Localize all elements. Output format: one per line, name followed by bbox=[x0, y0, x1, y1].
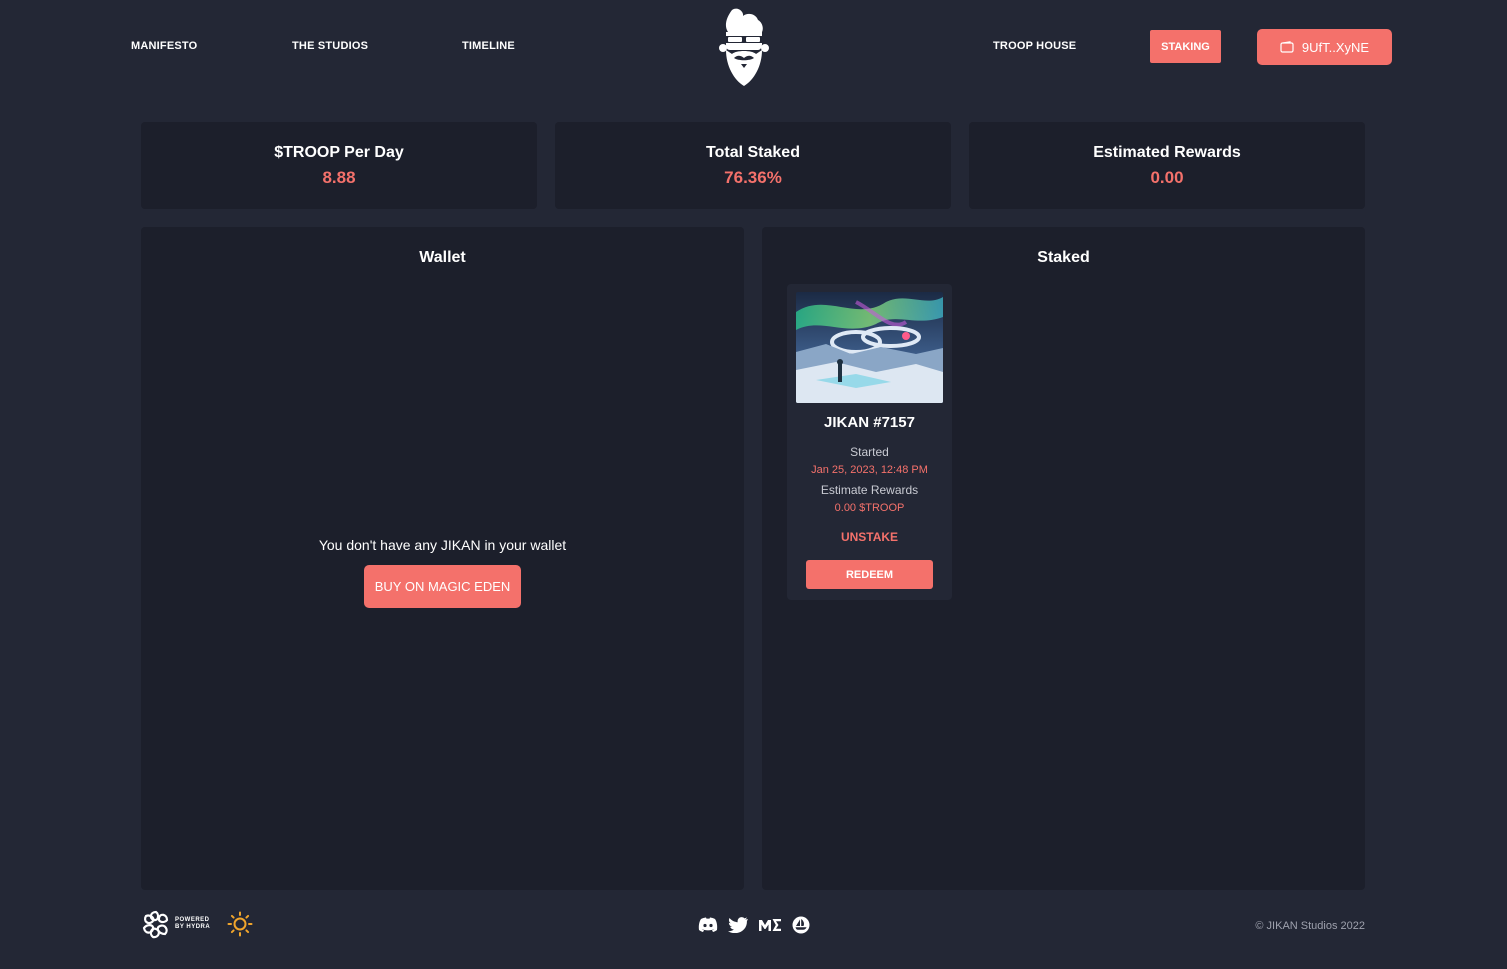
stat-label: Total Staked bbox=[706, 144, 800, 161]
wallet-panel-title: Wallet bbox=[419, 249, 466, 266]
jikan-logo-icon[interactable] bbox=[714, 6, 772, 88]
redeem-button[interactable]: REDEEM bbox=[806, 560, 933, 589]
powered-line-1: POWERED bbox=[175, 917, 210, 923]
nav-timeline-link[interactable]: TIMELINE bbox=[462, 40, 515, 52]
nav-studios-link[interactable]: THE STUDIOS bbox=[292, 40, 368, 52]
nft-started-label: Started bbox=[850, 445, 889, 459]
sun-theme-toggle-icon[interactable] bbox=[227, 911, 253, 937]
discord-icon[interactable] bbox=[698, 917, 718, 933]
twitter-icon[interactable] bbox=[728, 917, 748, 933]
buy-on-magic-eden-button[interactable]: BUY ON MAGIC EDEN bbox=[364, 565, 521, 608]
nav-staking-button[interactable]: STAKING bbox=[1150, 30, 1221, 63]
nft-image bbox=[796, 292, 943, 403]
wallet-empty-message: You don't have any JIKAN in your wallet bbox=[318, 537, 567, 553]
nft-started-value: Jan 25, 2023, 12:48 PM bbox=[811, 464, 928, 476]
wallet-icon bbox=[1280, 41, 1294, 53]
unstake-button[interactable]: UNSTAKE bbox=[787, 530, 952, 544]
hydra-logo-icon bbox=[142, 910, 169, 939]
social-links bbox=[698, 916, 810, 934]
stat-troop-per-day: $TROOP Per Day 8.88 bbox=[141, 122, 537, 209]
powered-line-2: BY HYDRA bbox=[175, 924, 211, 930]
nav-manifesto-link[interactable]: MANIFESTO bbox=[131, 40, 197, 52]
stat-label: Estimated Rewards bbox=[1093, 144, 1241, 161]
nft-name: JIKAN #7157 bbox=[824, 414, 915, 431]
stat-estimated-rewards: Estimated Rewards 0.00 bbox=[969, 122, 1365, 209]
opensea-icon[interactable] bbox=[792, 916, 810, 934]
stat-value: 8.88 bbox=[322, 168, 356, 187]
powered-by-hydra[interactable]: POWERED BY HYDRA bbox=[141, 908, 210, 940]
wallet-address: 9UfT..XyNE bbox=[1301, 39, 1370, 55]
nft-rewards-label: Estimate Rewards bbox=[820, 483, 919, 497]
stat-value: 76.36% bbox=[724, 168, 782, 187]
wallet-connect-button[interactable]: 9UfT..XyNE bbox=[1257, 29, 1392, 65]
stat-label: $TROOP Per Day bbox=[274, 144, 404, 161]
stat-value: 0.00 bbox=[1150, 168, 1184, 187]
stat-total-staked: Total Staked 76.36% bbox=[555, 122, 951, 209]
staking-page: MANIFESTO THE STUDIOS TIMELINE TROOP HOU… bbox=[0, 0, 1507, 969]
magic-eden-icon[interactable] bbox=[758, 918, 782, 932]
staked-panel-title: Staked bbox=[1037, 249, 1090, 266]
wallet-panel: Wallet You don't have any JIKAN in your … bbox=[141, 227, 744, 890]
copyright-text: © JIKAN Studios 2022 bbox=[1255, 920, 1365, 932]
nav-troop-house-link[interactable]: TROOP HOUSE bbox=[993, 40, 1076, 52]
staked-nft-card: JIKAN #7157 Started Jan 25, 2023, 12:48 … bbox=[787, 284, 952, 600]
staked-panel: Staked JIKAN #7157 Started Jan 25, 2023,… bbox=[762, 227, 1365, 890]
nft-rewards-value: 0.00 $TROOP bbox=[834, 502, 905, 514]
